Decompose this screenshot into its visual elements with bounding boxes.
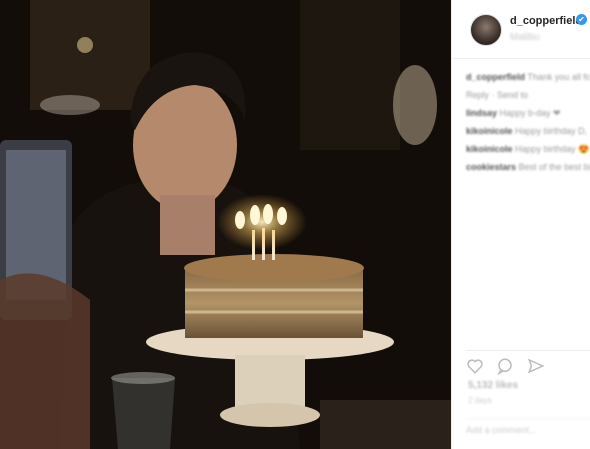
location-link[interactable]: Malibu <box>510 32 539 43</box>
add-comment-input[interactable]: Add a comment... <box>466 418 590 435</box>
comment-icon[interactable] <box>496 357 514 376</box>
comment-item: cookiestars Best of the best birthday ☺☺ <box>466 160 590 174</box>
heart-icon[interactable] <box>466 357 484 375</box>
comment-user[interactable]: kikoinicole <box>466 126 513 136</box>
post-header: d_copperfield ✔ Malibu <box>452 0 590 59</box>
comment-text: Happy b-day ❤ <box>499 108 561 118</box>
post-date: 2 days <box>468 396 492 405</box>
comment-text: Best of the best birthday ☺☺ <box>518 162 590 172</box>
comment-item: Reply · Send to <box>466 88 590 102</box>
post-sidebar: d_copperfield ✔ Malibu d_copperfield Tha… <box>451 0 590 449</box>
comment-item: d_copperfield Thank you all for the birt… <box>466 70 590 84</box>
action-bar <box>466 350 590 381</box>
comment-user[interactable]: cookiestars <box>466 162 516 172</box>
avatar[interactable] <box>470 14 502 46</box>
comment-text: Happy birthday D, magnificent one <box>515 126 590 136</box>
comment-user[interactable]: lindsay <box>466 108 497 118</box>
comment-text: Thank you all for the birthday wishes ♥ <box>527 72 590 82</box>
comments-list: d_copperfield Thank you all for the birt… <box>466 70 590 178</box>
verified-badge-icon: ✔ <box>576 14 587 25</box>
photo-scene <box>0 0 451 449</box>
comment-item: kikoinicole Happy birthday D, magnificen… <box>466 124 590 138</box>
post-photo <box>0 0 451 449</box>
comment-text: Reply · Send to <box>466 90 529 100</box>
comment-text: Happy birthday 😍 <box>515 144 590 154</box>
comment-item: lindsay Happy b-day ❤ <box>466 106 590 120</box>
comment-user[interactable]: kikoinicole <box>466 144 513 154</box>
share-icon[interactable] <box>527 357 545 375</box>
comment-user[interactable]: d_copperfield <box>466 72 525 82</box>
comment-item: kikoinicole Happy birthday 😍 <box>466 142 590 156</box>
username-link[interactable]: d_copperfield <box>510 15 582 27</box>
likes-count[interactable]: 5,132 likes <box>468 380 518 391</box>
